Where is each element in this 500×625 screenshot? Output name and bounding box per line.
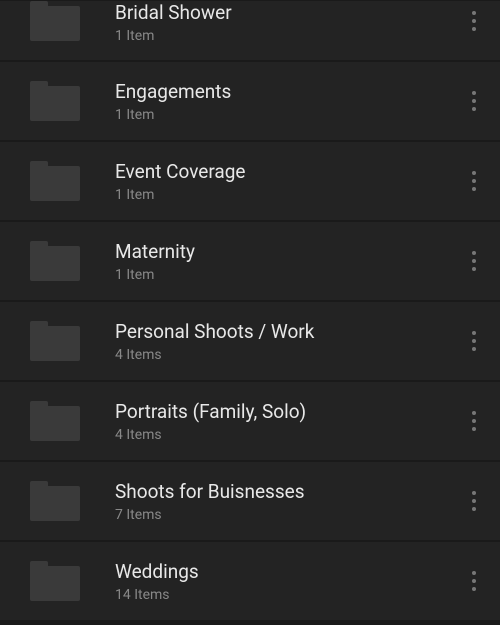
folder-icon [30,81,80,121]
folder-item[interactable]: Event Coverage 1 Item [0,141,500,221]
more-options-icon[interactable] [462,81,486,121]
folder-item[interactable]: Engagements 1 Item [0,61,500,141]
folder-item[interactable]: Portraits (Family, Solo) 4 Items [0,381,500,461]
folder-title: Bridal Shower [115,1,462,24]
folder-count: 4 Items [115,427,462,443]
folder-info: Shoots for Buisnesses 7 Items [115,480,462,523]
folder-item[interactable]: Personal Shoots / Work 4 Items [0,301,500,381]
folder-title: Personal Shoots / Work [115,320,462,343]
folder-info: Bridal Shower 1 Item [115,1,462,44]
folder-info: Maternity 1 Item [115,240,462,283]
folder-icon [30,241,80,281]
folder-icon [30,161,80,201]
more-options-icon[interactable] [462,241,486,281]
more-options-icon[interactable] [462,1,486,41]
folder-info: Weddings 14 Items [115,560,462,603]
folder-item[interactable]: Bridal Shower 1 Item [0,0,500,61]
folder-count: 4 Items [115,347,462,363]
folder-item[interactable]: Weddings 14 Items [0,541,500,621]
folder-title: Weddings [115,560,462,583]
folder-info: Event Coverage 1 Item [115,160,462,203]
folder-icon [30,561,80,601]
folder-icon [30,481,80,521]
folder-title: Event Coverage [115,160,462,183]
more-options-icon[interactable] [462,321,486,361]
folder-title: Maternity [115,240,462,263]
folder-count: 1 Item [115,267,462,283]
more-options-icon[interactable] [462,401,486,441]
folder-icon [30,401,80,441]
folder-count: 1 Item [115,107,462,123]
folder-count: 1 Item [115,28,462,44]
folder-title: Shoots for Buisnesses [115,480,462,503]
more-options-icon[interactable] [462,561,486,601]
folder-info: Portraits (Family, Solo) 4 Items [115,400,462,443]
more-options-icon[interactable] [462,481,486,521]
folder-list: Bridal Shower 1 Item Engagements 1 Item … [0,0,500,621]
folder-title: Engagements [115,80,462,103]
folder-icon [30,1,80,41]
folder-count: 7 Items [115,507,462,523]
folder-item[interactable]: Shoots for Buisnesses 7 Items [0,461,500,541]
folder-title: Portraits (Family, Solo) [115,400,462,423]
more-options-icon[interactable] [462,161,486,201]
folder-count: 14 Items [115,587,462,603]
folder-icon [30,321,80,361]
folder-count: 1 Item [115,187,462,203]
folder-item[interactable]: Maternity 1 Item [0,221,500,301]
folder-info: Personal Shoots / Work 4 Items [115,320,462,363]
folder-info: Engagements 1 Item [115,80,462,123]
